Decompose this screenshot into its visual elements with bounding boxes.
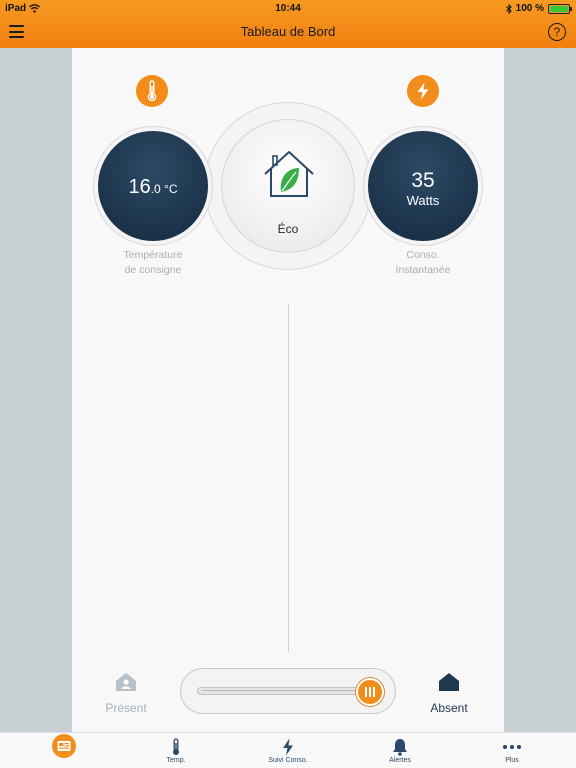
app-header: iPad 10:44 100 % Tableau de Bord ? — [0, 0, 576, 48]
consumption-value: 35 — [411, 169, 435, 192]
status-bar: iPad 10:44 100 % — [0, 0, 576, 16]
mode-label: Éco — [277, 222, 299, 236]
temperature-unit: .0 °C — [150, 182, 178, 196]
lightning-icon — [283, 738, 293, 756]
lightning-icon — [407, 75, 439, 107]
tab-consumption[interactable]: Suivi Conso. — [248, 733, 328, 768]
consumption-caption: Conso. Instantanée — [395, 249, 451, 276]
absent-label: Absent — [430, 701, 468, 715]
present-option[interactable]: Présent — [96, 672, 156, 715]
help-button[interactable]: ? — [548, 23, 566, 41]
tab-more-label: Plus — [505, 757, 519, 764]
tab-temp[interactable]: Temp. — [136, 733, 216, 768]
battery-level — [550, 5, 568, 12]
consumption-display[interactable]: 35 Watts — [368, 131, 478, 241]
tab-alerts[interactable]: Alertes — [360, 733, 440, 768]
temperature-caption: Température de consigne — [123, 249, 183, 276]
present-label: Présent — [105, 701, 147, 715]
absent-house-icon — [439, 673, 459, 691]
tab-dashboard[interactable] — [24, 733, 104, 768]
thermometer-icon — [173, 738, 179, 755]
tab-alerts-label: Alertes — [389, 757, 411, 764]
battery-icon — [548, 3, 572, 14]
page-title: Tableau de Bord — [240, 24, 336, 39]
absent-option[interactable]: Absent — [419, 672, 479, 715]
status-time: 10:44 — [275, 3, 301, 14]
thermometer-icon — [136, 75, 168, 107]
eco-house-icon — [264, 151, 314, 197]
tab-consumption-label: Suivi Conso. — [268, 757, 308, 764]
more-dots-icon — [503, 745, 521, 749]
temperature-value: 16 — [128, 176, 151, 198]
temperature-display[interactable]: 16.0 °C — [98, 131, 208, 241]
dashboard-icon — [52, 734, 76, 758]
tab-bar: Temp. Suivi Conso. Alertes Plus — [0, 732, 576, 768]
slider-track — [197, 687, 373, 695]
mode-button[interactable]: Éco — [221, 119, 355, 253]
presence-slider[interactable] — [180, 668, 396, 714]
tab-temp-label: Temp. — [166, 757, 186, 764]
center-divider — [288, 304, 289, 652]
present-house-icon — [116, 673, 136, 691]
bell-icon — [393, 739, 407, 756]
tab-more[interactable]: Plus — [472, 733, 552, 768]
bluetooth-icon — [505, 3, 512, 14]
slider-handle[interactable] — [356, 678, 384, 706]
battery-percent: 100 % — [515, 3, 544, 14]
dashboard-panel: 16.0 °C 35 Watts Éco Température de cons… — [72, 48, 504, 732]
consumption-unit: Watts — [406, 193, 440, 208]
